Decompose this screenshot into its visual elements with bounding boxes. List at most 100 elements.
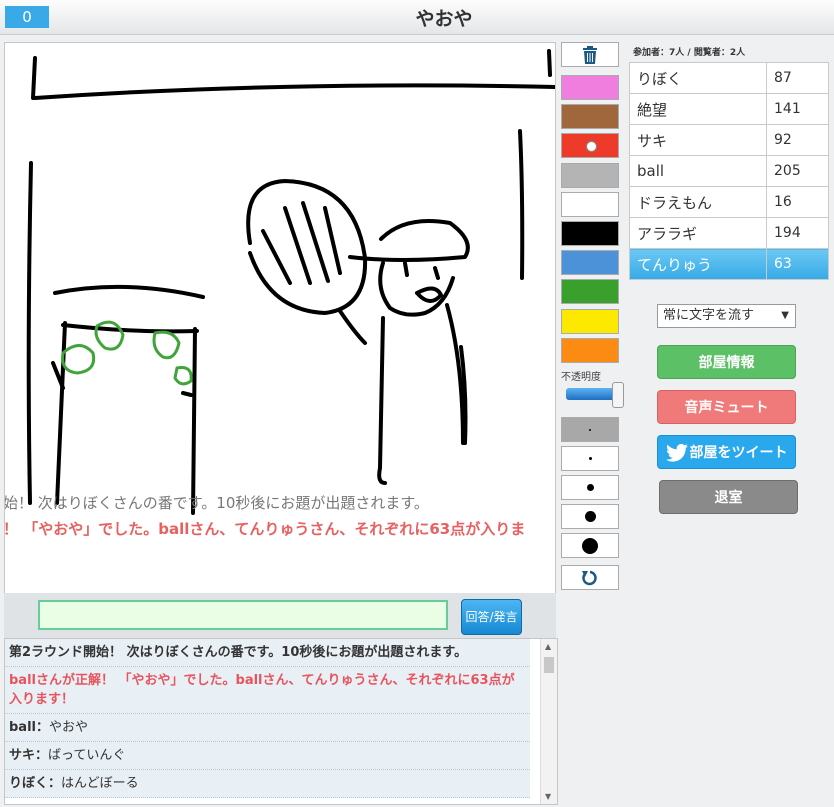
player-score: 92 <box>766 124 829 156</box>
undo-button[interactable] <box>561 565 619 590</box>
scroll-up-icon[interactable]: ▲ <box>545 642 551 651</box>
stroke-veg-4 <box>173 366 193 386</box>
flow-message-correct: ！ 「やおや」でした。ballさん、てんりゅうさん、それぞれに63点が入りま <box>4 520 526 538</box>
player-score: 63 <box>766 248 829 280</box>
exit-button[interactable]: 退室 <box>659 480 798 514</box>
opacity-slider[interactable] <box>566 382 624 408</box>
player-row: ball 205 <box>629 155 829 187</box>
brush-dot-icon <box>586 484 594 491</box>
brush-dot-icon <box>582 537 598 554</box>
undo-icon <box>582 570 597 585</box>
color-swatch-2[interactable] <box>561 133 619 159</box>
brush-size-button-3[interactable] <box>561 504 619 529</box>
chat-log-row: ball：やおや <box>5 714 530 742</box>
stroke-veg-3 <box>152 330 181 360</box>
stroke-eye <box>403 261 440 280</box>
stroke-frame-right <box>518 129 525 280</box>
player-row: アララギ 194 <box>629 217 829 249</box>
tweet-label: 部屋をツイート <box>689 445 788 461</box>
player-name: サキ <box>629 124 767 156</box>
participant-counts: 参加者：7人 / 閲覧者：2人 <box>633 48 746 58</box>
stroke-face <box>378 261 455 317</box>
scroll-thumb[interactable] <box>544 657 554 673</box>
chat-log-row: 第2ラウンド開始！ 次はりぼくさんの番です。10秒後にお題が出題されます。 <box>5 639 530 667</box>
player-row: てんりゅう 63 <box>629 248 829 280</box>
stroke-table-front <box>61 323 199 334</box>
chat-author: りぼく： <box>9 776 62 791</box>
player-name: アララギ <box>629 217 767 249</box>
flow-mode-value: 常に文字を流す <box>663 308 755 323</box>
mute-button[interactable]: 音声ミュート <box>657 390 796 424</box>
player-name: ball <box>629 155 767 187</box>
color-swatch-4[interactable] <box>561 191 619 217</box>
stroke-table-top <box>53 284 205 299</box>
player-row: サキ 92 <box>629 124 829 156</box>
color-swatch-0[interactable] <box>561 75 619 100</box>
stroke-frame-left <box>26 161 33 505</box>
stroke-mouth <box>415 286 443 303</box>
color-swatch-8[interactable] <box>561 308 619 334</box>
color-swatch-6[interactable] <box>561 250 619 276</box>
chat-text: やおや <box>49 720 89 735</box>
chevron-down-icon: ▼ <box>781 310 789 321</box>
player-row: りぼく 87 <box>629 62 829 94</box>
tweet-room-button[interactable]: 部屋をツイート <box>657 435 796 469</box>
stroke-veg-1 <box>61 344 96 375</box>
brush-size-button-0[interactable] <box>561 417 619 442</box>
chat-log-row: りぼく：はんどぼーる <box>5 770 530 798</box>
room-info-button[interactable]: 部屋情報 <box>657 345 796 379</box>
chat-log-row: サキ：ばっていんぐ <box>5 742 530 770</box>
color-swatch-1[interactable] <box>561 104 619 130</box>
brush-dot-icon <box>588 457 592 460</box>
stroke-table-legs <box>55 321 197 515</box>
player-name: 絶望 <box>629 93 767 125</box>
chat-text: はんどぼーる <box>61 776 139 791</box>
player-score: 16 <box>766 186 829 218</box>
color-swatch-3[interactable] <box>561 162 619 188</box>
room-title: やおや <box>415 8 473 30</box>
flow-message-round: 始！ 次はりぼくさんの番です。10秒後にお題が出題されます。 <box>4 494 429 512</box>
stroke-leg-right <box>445 303 468 445</box>
color-swatch-9[interactable] <box>561 337 619 363</box>
trash-icon <box>583 45 597 64</box>
player-name: てんりゅう <box>629 248 767 280</box>
player-name: りぼく <box>629 62 767 94</box>
stroke-arm <box>338 309 387 485</box>
chat-log-scrollbar[interactable]: ▲ ▼ <box>540 639 557 804</box>
player-table: りぼく 87 絶望 141 サキ 92 ball 205 ドラえもん 16 アララギ 194 てんりゅう… <box>629 62 829 280</box>
stroke-head <box>246 179 368 315</box>
drawing-canvas[interactable]: 始！ 次はりぼくさんの番です。10秒後にお題が出題されます。 ！ 「やおや」でし… <box>4 42 556 594</box>
twitter-bird-icon <box>666 443 688 462</box>
brush-dot-icon <box>589 428 591 431</box>
player-name: ドラえもん <box>629 186 767 218</box>
selected-color-indicator <box>586 141 597 153</box>
chat-author: ball： <box>9 720 49 735</box>
player-score: 194 <box>766 217 829 249</box>
color-swatch-5[interactable] <box>561 221 619 246</box>
clear-canvas-button[interactable] <box>561 42 619 67</box>
brush-size-button-4[interactable] <box>561 533 619 558</box>
opacity-track <box>566 388 618 400</box>
player-score: 205 <box>766 155 829 187</box>
player-row: ドラえもん 16 <box>629 186 829 218</box>
flow-mode-select[interactable]: 常に文字を流す ▼ <box>657 304 796 328</box>
opacity-thumb[interactable] <box>611 382 624 408</box>
player-score: 87 <box>766 62 829 94</box>
player-score: 141 <box>766 93 829 125</box>
chat-log-row: ballさんが正解！ 「やおや」でした。ballさん、てんりゅうさん、それぞれに… <box>5 667 530 714</box>
brush-dot-icon <box>584 511 596 522</box>
answer-input[interactable] <box>38 600 448 630</box>
player-row: 絶望 141 <box>629 93 829 125</box>
color-swatch-7[interactable] <box>561 279 619 305</box>
answer-button[interactable]: 回答/発言 <box>461 599 522 635</box>
chat-log: 第2ラウンド開始！ 次はりぼくさんの番です。10秒後にお題が出題されます。 bal… <box>4 638 558 805</box>
stroke-cap <box>348 219 470 262</box>
scroll-down-icon[interactable]: ▼ <box>545 792 551 801</box>
opacity-label: 不透明度 <box>561 372 601 383</box>
brush-size-button-1[interactable] <box>561 446 619 471</box>
chat-text: ばっていんぐ <box>48 748 126 763</box>
brush-size-button-2[interactable] <box>561 475 619 500</box>
stroke-frame-top <box>31 49 555 100</box>
stroke-veg-2 <box>94 320 125 351</box>
stroke-hair <box>261 201 342 285</box>
